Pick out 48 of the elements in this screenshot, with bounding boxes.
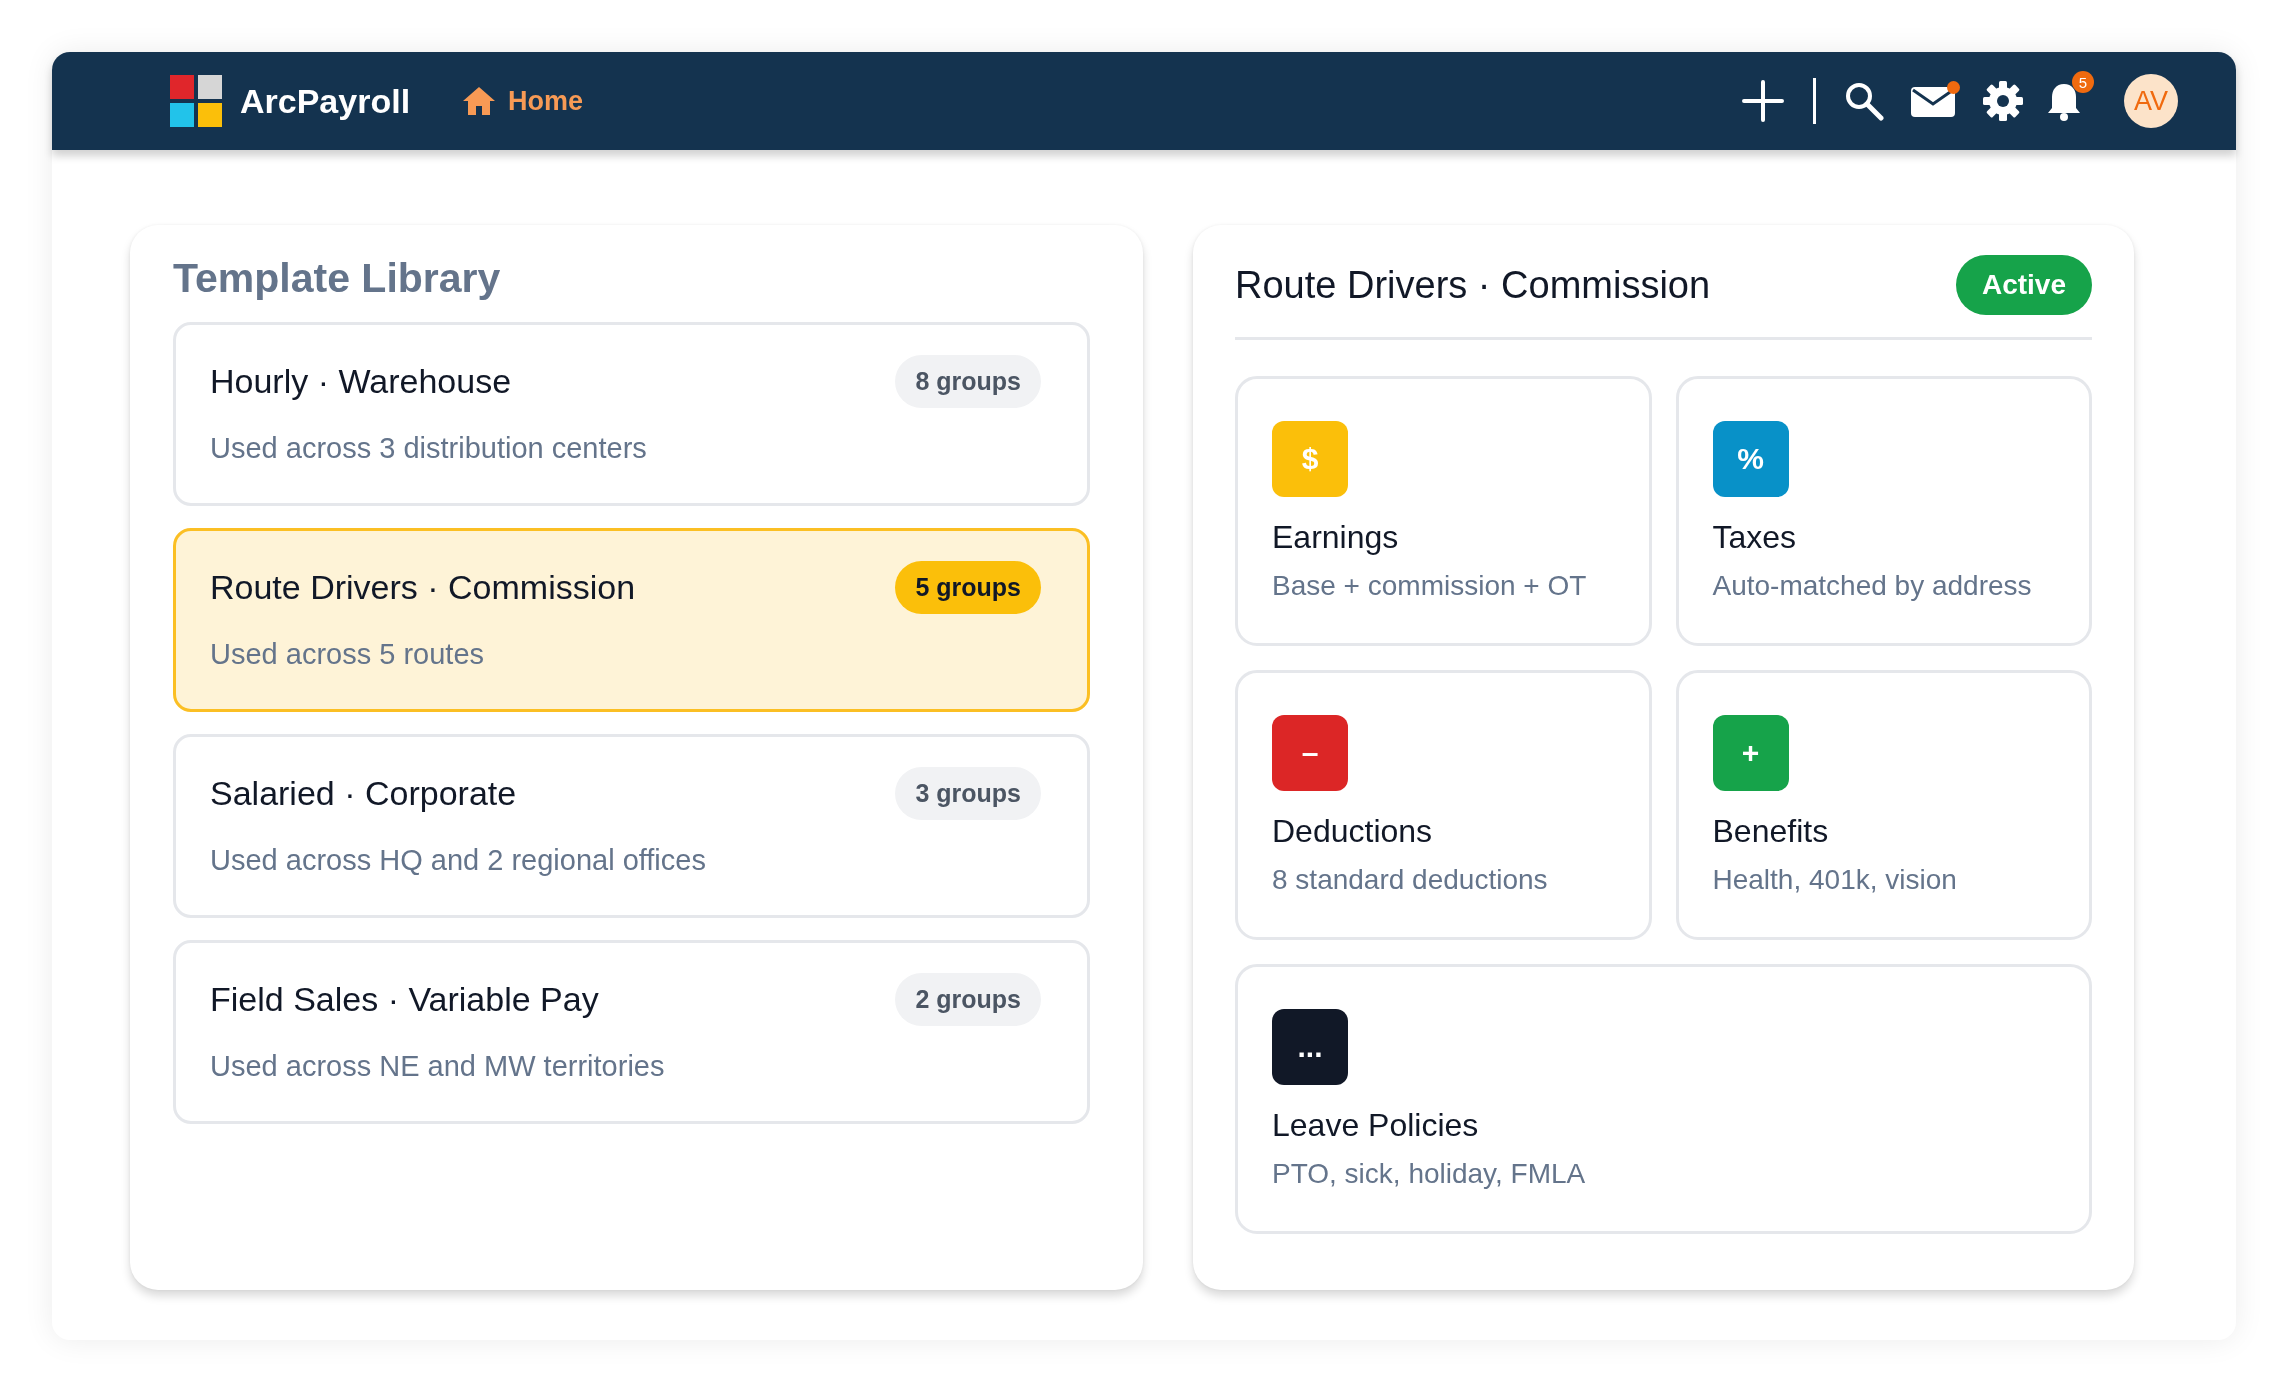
add-icon[interactable] bbox=[1741, 79, 1785, 123]
template-card[interactable]: Field Sales · Variable Pay 2 groups Used across NE and MW territories bbox=[173, 940, 1090, 1124]
settings-icon[interactable] bbox=[1982, 80, 2024, 122]
mail-icon[interactable] bbox=[1910, 84, 1956, 118]
search-icon[interactable] bbox=[1844, 81, 1884, 121]
panel-title: Template Library bbox=[173, 255, 502, 302]
template-name: Salaried · Corporate bbox=[210, 774, 517, 813]
status-badge: Active bbox=[1955, 255, 2092, 315]
template-usage: Used across 3 distribution centers bbox=[210, 432, 648, 465]
section-card[interactable]: ... Leave Policies PTO, sick, holiday, FMLA bbox=[1235, 964, 2092, 1234]
section-card[interactable]: – Deductions 8 standard deductions bbox=[1235, 670, 1652, 940]
group-count: 5 groups bbox=[895, 561, 1041, 614]
logo-icon bbox=[170, 75, 222, 127]
section-card[interactable]: $ Earnings Base + commission + OT bbox=[1235, 376, 1652, 646]
section-card[interactable]: + Benefits Health, 401k, vision bbox=[1675, 670, 2092, 940]
section-icon: – bbox=[1272, 715, 1348, 791]
section-title: Earnings bbox=[1272, 519, 1399, 556]
template-usage: Used across 5 routes bbox=[210, 638, 485, 671]
template-card[interactable]: Hourly · Warehouse 8 groups Used across 3 distribution centers bbox=[173, 322, 1090, 506]
section-title: Deductions bbox=[1272, 813, 1433, 850]
group-count: 2 groups bbox=[895, 973, 1041, 1026]
template-card[interactable]: Salaried · Corporate 3 groups Used across HQ and 2 regional offices bbox=[173, 734, 1090, 918]
home-link[interactable]: Home bbox=[462, 85, 584, 117]
detail-title: Route Drivers · Commission bbox=[1235, 263, 1711, 307]
template-usage: Used across HQ and 2 regional offices bbox=[210, 844, 707, 877]
template-usage: Used across NE and MW territories bbox=[210, 1050, 666, 1083]
section-title: Benefits bbox=[1712, 813, 1829, 850]
section-icon: $ bbox=[1272, 421, 1348, 497]
home-icon bbox=[462, 86, 497, 116]
section-description: PTO, sick, holiday, FMLA bbox=[1272, 1158, 1586, 1190]
group-count: 3 groups bbox=[895, 767, 1041, 820]
section-card[interactable]: % Taxes Auto-matched by address bbox=[1675, 376, 2092, 646]
template-card[interactable]: Route Drivers · Commission 5 groups Used across 5 routes bbox=[173, 528, 1090, 712]
section-description: Base + commission + OT bbox=[1272, 570, 1587, 602]
template-name: Field Sales · Variable Pay bbox=[210, 980, 599, 1019]
group-count: 8 groups bbox=[895, 355, 1041, 408]
section-icon: % bbox=[1712, 421, 1789, 497]
section-icon: + bbox=[1712, 715, 1789, 791]
section-description: Auto-matched by address bbox=[1712, 570, 2032, 602]
template-name: Route Drivers · Commission bbox=[210, 568, 636, 607]
section-icon: ... bbox=[1272, 1009, 1348, 1085]
section-title: Taxes bbox=[1712, 519, 1797, 556]
section-description: 8 standard deductions bbox=[1272, 864, 1548, 896]
section-description: Health, 401k, vision bbox=[1712, 864, 1957, 896]
app-name: ArcPayroll bbox=[240, 81, 411, 121]
template-name: Hourly · Warehouse bbox=[210, 362, 512, 401]
section-title: Leave Policies bbox=[1272, 1107, 1479, 1144]
notification-count: 5 bbox=[2072, 71, 2094, 93]
